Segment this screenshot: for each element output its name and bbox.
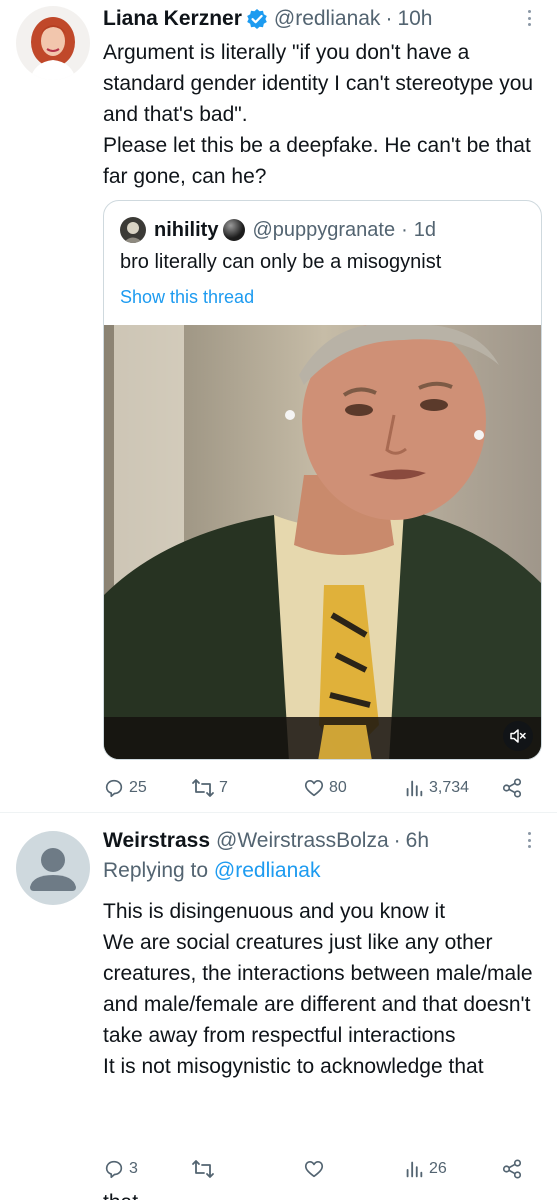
verified-icon	[246, 8, 268, 30]
share-button[interactable]	[501, 773, 523, 803]
quote-header: nihility @puppygranate · 1d	[120, 217, 436, 243]
views-count: 26	[429, 1160, 447, 1177]
quote-text: bro literally can only be a misogynist	[120, 251, 442, 273]
like-button[interactable]: 80	[303, 773, 347, 803]
reply-icon	[105, 1160, 123, 1179]
views-icon	[406, 780, 423, 797]
tweet-text: This is disingenuous and you know it We …	[103, 900, 533, 1078]
author-name[interactable]: Weirstrass	[103, 829, 210, 853]
retweet-button[interactable]	[191, 1154, 215, 1184]
tweet-time[interactable]: 10h	[397, 7, 432, 31]
views-button[interactable]: 3,734	[403, 773, 469, 803]
author-avatar[interactable]	[16, 831, 90, 905]
author-avatar[interactable]	[16, 6, 90, 80]
reply-button[interactable]: 3	[103, 1154, 138, 1184]
cutoff-text: that	[103, 1191, 138, 1200]
mute-button[interactable]	[503, 721, 533, 751]
share-icon	[502, 1159, 522, 1179]
author-handle[interactable]: @WeirstrassBolza	[216, 829, 389, 853]
like-icon	[304, 1161, 324, 1178]
retweet-count: 7	[219, 779, 228, 796]
tweet-text: Argument is literally "if you don't have…	[103, 41, 534, 188]
quote-avatar	[120, 217, 146, 243]
reply-count: 25	[129, 779, 147, 796]
retweet-icon	[192, 779, 214, 797]
author-name[interactable]: Liana Kerzner	[103, 7, 242, 31]
like-button[interactable]	[303, 1154, 325, 1184]
quote-time: 1d	[413, 218, 437, 241]
retweet-icon	[192, 1160, 214, 1178]
quote-video[interactable]	[104, 325, 541, 759]
share-icon	[502, 778, 522, 798]
separator-dot: ·	[385, 7, 393, 30]
author-handle[interactable]: @redlianak	[274, 7, 381, 31]
more-icon[interactable]	[521, 10, 537, 26]
quote-author-name: nihility	[154, 218, 219, 241]
separator-dot: ·	[401, 218, 408, 241]
tweet-header: Weirstrass @WeirstrassBolza · 6h	[103, 826, 537, 856]
quote-author-handle: @puppygranate	[252, 218, 396, 241]
retweet-button[interactable]: 7	[191, 773, 228, 803]
share-button[interactable]	[501, 1154, 523, 1184]
tweet-liana[interactable]: Liana Kerzner @redlianak · 10h Argument …	[0, 0, 557, 812]
reply-button[interactable]: 25	[103, 773, 147, 803]
more-icon[interactable]	[521, 832, 537, 848]
tweet-actions: 25 7 80 3,734	[103, 773, 533, 803]
replying-to-link[interactable]: @redlianak	[214, 859, 321, 882]
show-thread-link[interactable]: Show this thread	[120, 287, 254, 308]
separator-dot: ·	[393, 829, 401, 852]
replying-to: Replying to @redlianak	[103, 859, 320, 883]
replying-prefix: Replying to	[103, 859, 214, 882]
reply-count: 3	[129, 1160, 138, 1177]
like-icon	[304, 780, 324, 797]
views-icon	[406, 1161, 423, 1178]
tweet-actions: 3 26	[103, 1154, 533, 1184]
reply-icon	[105, 779, 123, 798]
quoted-tweet[interactable]: nihility @puppygranate · 1d bro literall…	[103, 200, 542, 760]
mute-icon	[510, 729, 526, 743]
tweet-time[interactable]: 6h	[406, 829, 429, 853]
tweet-weirstrass[interactable]: Weirstrass @WeirstrassBolza · 6h Replyin…	[0, 812, 557, 1200]
like-count: 80	[329, 779, 347, 796]
views-button[interactable]: 26	[403, 1154, 447, 1184]
badge-icon	[223, 219, 246, 241]
tweet-header: Liana Kerzner @redlianak · 10h	[103, 4, 537, 34]
views-count: 3,734	[429, 779, 470, 796]
